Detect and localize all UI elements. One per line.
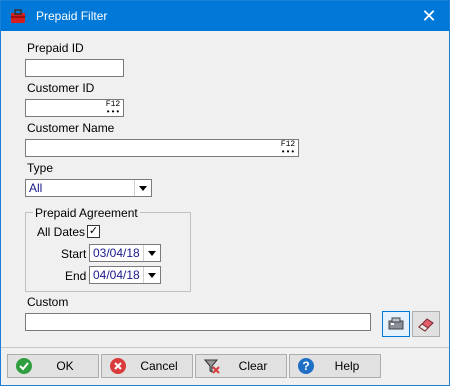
filter-form: Prepaid ID Customer ID F12 ••• Customer N… (9, 32, 441, 347)
start-date-label: Start (61, 247, 87, 261)
end-date-label: End (65, 269, 87, 283)
title-bar: Prepaid Filter ✕ (1, 1, 449, 31)
customer-name-lookup-button[interactable]: F12 ••• (279, 140, 297, 157)
cancel-button[interactable]: Cancel (101, 354, 193, 378)
filter-builder-icon (388, 317, 404, 330)
lookup-key-label: F12 (105, 100, 121, 109)
lookup-key-label: F12 (280, 140, 296, 149)
prepaid-filter-window: Prepaid Filter ✕ Prepaid ID Customer ID … (0, 0, 450, 386)
all-dates-label: All Dates (37, 225, 86, 239)
cancel-icon (110, 358, 126, 374)
type-selected-value: All (29, 181, 43, 195)
chevron-down-icon[interactable] (134, 180, 151, 196)
custom-label: Custom (27, 295, 69, 309)
customer-id-input[interactable]: F12 ••• (25, 99, 124, 117)
clear-label: Clear (238, 359, 268, 373)
help-label: Help (334, 359, 360, 373)
customer-id-label: Customer ID (27, 81, 95, 95)
window-title: Prepaid Filter (36, 9, 108, 23)
prepaid-id-label: Prepaid ID (27, 41, 84, 55)
chevron-down-icon[interactable] (143, 245, 160, 261)
end-date-picker[interactable]: 04/04/18 (89, 266, 161, 284)
ok-label: OK (56, 359, 74, 373)
customer-name-input[interactable]: F12 ••• (25, 139, 299, 157)
end-date-value: 04/04/18 (93, 268, 140, 282)
cancel-label: Cancel (140, 359, 178, 373)
clear-button[interactable]: Clear (195, 354, 287, 378)
customer-name-label: Customer Name (27, 121, 115, 135)
ok-button[interactable]: OK (7, 354, 99, 378)
check-icon (16, 358, 32, 374)
all-dates-checkbox[interactable]: ✓ (87, 225, 100, 238)
red-briefcase-icon (11, 9, 25, 23)
prepaid-agreement-legend: Prepaid Agreement (33, 206, 140, 220)
start-date-picker[interactable]: 03/04/18 (89, 244, 161, 262)
custom-builder-button[interactable] (382, 311, 410, 337)
help-icon: ? (298, 358, 314, 374)
close-button[interactable]: ✕ (409, 1, 449, 31)
customer-id-lookup-button[interactable]: F12 ••• (104, 100, 122, 117)
close-icon: ✕ (421, 6, 437, 26)
type-label: Type (27, 161, 54, 175)
chevron-down-icon[interactable] (143, 267, 160, 283)
clear-filter-icon (203, 358, 220, 374)
start-date-value: 03/04/18 (93, 246, 140, 260)
help-button[interactable]: ? Help (289, 354, 381, 378)
type-select[interactable]: All (25, 179, 152, 197)
eraser-icon (418, 318, 434, 332)
button-bar: OK Cancel Clear ? Help (1, 347, 449, 386)
clear-custom-button[interactable] (412, 311, 440, 337)
prepaid-id-input[interactable] (25, 59, 124, 77)
custom-input[interactable] (25, 313, 371, 331)
